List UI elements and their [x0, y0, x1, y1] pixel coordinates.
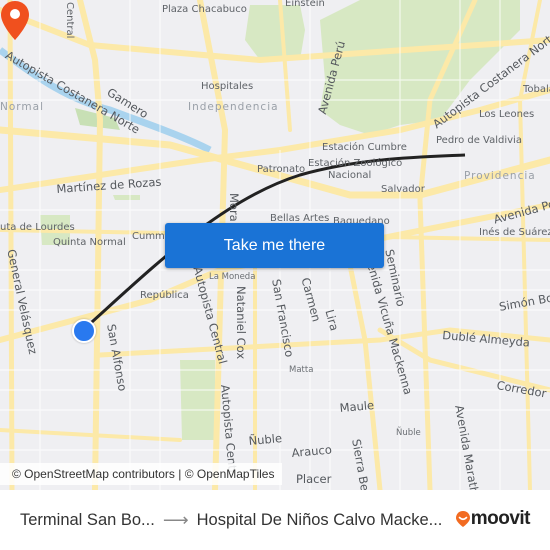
- label-tobalaba: Tobala: [523, 84, 550, 95]
- label-nuble-west: Ñuble: [248, 431, 283, 448]
- map-attribution[interactable]: © OpenStreetMap contributors | © OpenMap…: [0, 463, 283, 485]
- label-nuble-east: Ñuble: [396, 428, 421, 438]
- label-republica: República: [140, 290, 189, 301]
- label-normal: Normal: [0, 101, 44, 113]
- label-los-leones: Los Leones: [479, 109, 535, 120]
- origin-dot-icon[interactable]: [72, 319, 96, 343]
- destination-stop-name: Hospital De Niños Calvo Macke...: [196, 510, 443, 529]
- label-hospitales: Hospitales: [201, 81, 254, 92]
- label-mora: Mora: [227, 193, 241, 222]
- label-maule: Maule: [339, 397, 375, 415]
- label-quinta-normal: Quinta Normal: [53, 237, 126, 248]
- arrow-right-icon: ⟶: [162, 509, 189, 530]
- label-ines-de-suarez: Inés de Suárez: [479, 227, 550, 238]
- label-einstein: Einstein: [285, 0, 325, 9]
- label-patronato: Patronato: [257, 164, 306, 175]
- parque-ohiggins-park: [180, 360, 215, 440]
- label-plaza-chacabuco: Plaza Chacabuco: [162, 4, 247, 15]
- label-matta: Matta: [289, 365, 314, 375]
- label-gruta-de-lourdes: uta de Lourdes: [0, 222, 75, 233]
- take-me-there-button[interactable]: Take me there: [165, 223, 384, 268]
- map[interactable]: Central Plaza Chacabuco Einstein Autopis…: [0, 0, 550, 490]
- label-placer: Placer: [296, 472, 332, 486]
- label-providencia: Providencia: [464, 170, 536, 182]
- label-pedro-de-valdivia: Pedro de Valdivia: [436, 135, 522, 146]
- moovit-pin-icon: [455, 511, 470, 527]
- moovit-logo[interactable]: moovit: [455, 508, 531, 530]
- moovit-wordmark: moovit: [470, 508, 531, 529]
- label-independencia: Independencia: [188, 101, 279, 113]
- label-estacion-zoologico: Estación Zoológico: [308, 158, 403, 169]
- label-central: Central: [64, 2, 75, 39]
- label-la-moneda: La Moneda: [209, 272, 256, 282]
- origin-stop-name: Terminal San Bo...: [20, 510, 155, 529]
- footer: Terminal San Bo... ⟶ Hospital De Niños C…: [0, 490, 550, 550]
- park-area: [245, 5, 305, 60]
- label-estacion-cumbre: Estación Cumbre: [322, 142, 407, 153]
- label-nataniel-cox: Nataniel Cox: [234, 286, 248, 360]
- label-nacional: Nacional: [328, 170, 372, 181]
- park-area-2: [113, 195, 140, 200]
- destination-pin-icon[interactable]: [0, 0, 30, 42]
- label-salvador: Salvador: [381, 184, 425, 195]
